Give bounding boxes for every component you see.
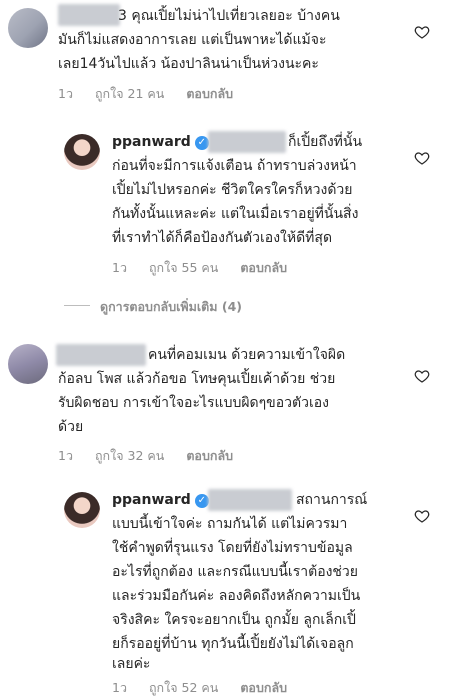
verified-badge-icon: ✓	[194, 136, 209, 150]
comment-time: 1ว	[58, 86, 73, 101]
username[interactable]: ppanward	[112, 134, 191, 150]
comment-text: 3 คุณเปิ้ยไม่น่าไปเที่ยวเลยอะ บ้างคน	[118, 8, 340, 24]
comment-meta: 1ว ถูกใจ 52 คน ตอบกลับ	[112, 678, 309, 698]
comment-time: 1ว	[112, 680, 127, 695]
comment-text: แบบนี้เข้าใจค่ะ ถามกันได้ แต่ไม่ควรมา	[112, 516, 348, 532]
comment-time: 1ว	[58, 448, 73, 463]
heart-icon[interactable]	[414, 24, 430, 40]
heart-icon[interactable]	[414, 150, 430, 166]
comment-text: ก่อนที่จะมีการแจ้งเตือน ถ้าทราบล่วงหน้า	[112, 158, 357, 174]
comment-text: เลยค่ะ	[112, 656, 151, 672]
comment-text: เปิ้ยไม่ไปหรอกค่ะ ชีวิตใครใครก็หวงด้วย	[112, 182, 353, 198]
comment-text: ก็เปิ้ยถึงที่นั้น	[288, 134, 363, 150]
like-count[interactable]: ถูกใจ 21 คน	[95, 86, 164, 101]
view-more-replies[interactable]: ดูการตอบกลับเพิ่มเติม (4)	[100, 297, 242, 317]
heart-icon[interactable]	[414, 508, 430, 524]
reply-button[interactable]: ตอบกลับ	[240, 260, 287, 275]
redacted-username	[56, 344, 146, 366]
like-count[interactable]: ถูกใจ 52 คน	[149, 680, 218, 695]
comment-text: จริงสิคะ ใครจะอยากเป็น ถูกมั้ย ลูกเล็กเป…	[112, 612, 356, 628]
comment-text: คนที่คอมเมน ด้วยความเข้าใจผิด	[148, 347, 346, 363]
comment-text: ก้อลบ โพส แล้วก้อขอ โทษคุนเปิ้ยเค้าด้วย …	[58, 371, 336, 387]
like-count[interactable]: ถูกใจ 55 คน	[149, 260, 218, 275]
reply-button[interactable]: ตอบกลับ	[240, 680, 287, 695]
avatar[interactable]	[64, 134, 100, 170]
like-count[interactable]: ถูกใจ 32 คน	[95, 448, 164, 463]
comment-meta: 1ว ถูกใจ 55 คน ตอบกลับ	[112, 258, 309, 278]
comment-text: กันทั้งนั้นแหละค่ะ แต่ในเมื่อเราอยู่ที่น…	[112, 206, 359, 222]
heart-icon[interactable]	[414, 368, 430, 384]
comment-text: รับผิดชอบ การเข้าใจอะไรแบบผิดๆขอวตัวเอง	[58, 395, 329, 411]
comment-header: ppanward ✓	[112, 130, 212, 154]
comment-text: ใช้คำพูดที่รุนแรง โดยที่ยังไม่ทราบข้อมูล	[112, 540, 353, 556]
avatar[interactable]	[64, 492, 100, 528]
comment-time: 1ว	[112, 260, 127, 275]
reply-button[interactable]: ตอบกลับ	[186, 448, 233, 463]
comment-text: มันก็ไม่แสดงอาการเลย แต่เป็นพาหะได้แม้จะ	[58, 32, 327, 48]
comment-text: เลย14วันไปแล้ว น้องปาลินน่าเป็นห่วงนะคะ	[58, 56, 319, 72]
avatar[interactable]	[8, 8, 48, 48]
redacted-username	[58, 4, 120, 26]
comment-text: และร่วมมือกันค่ะ ลองคิดถึงหลักความเป็น	[112, 588, 361, 604]
reply-button[interactable]: ตอบกลับ	[186, 86, 233, 101]
comment-header: ppanward ✓	[112, 488, 212, 512]
redacted-username	[208, 489, 292, 511]
verified-badge-icon: ✓	[194, 494, 209, 508]
avatar[interactable]	[8, 344, 48, 384]
redacted-username	[208, 131, 286, 153]
comment-text: สถานการณ์	[296, 492, 368, 508]
comment-text: ด้วย	[58, 419, 84, 435]
comment-meta: 1ว ถูกใจ 21 คน ตอบกลับ	[58, 84, 255, 104]
comment-meta: 1ว ถูกใจ 32 คน ตอบกลับ	[58, 446, 255, 466]
divider	[64, 305, 90, 306]
comment-text: อะไรที่ถูกต้อง และกรณีแบบนี้เราต้องช่วย	[112, 564, 358, 580]
comment-text: ที่เราทำได้ก็คือป้องกันตัวเองให้ดีที่สุด	[112, 230, 333, 246]
username[interactable]: ppanward	[112, 492, 191, 508]
